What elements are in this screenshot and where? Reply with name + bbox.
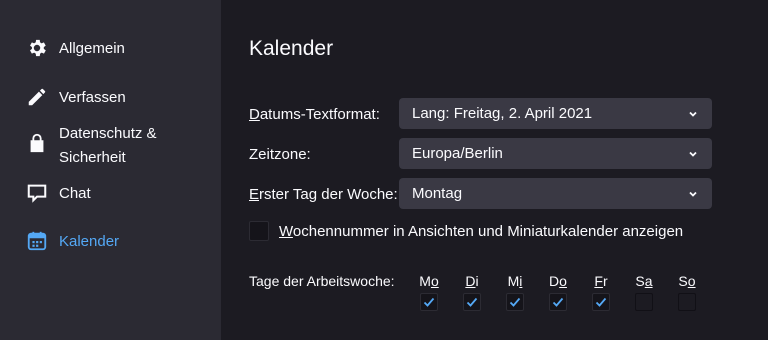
select-value: Lang: Freitag, 2. April 2021 (412, 105, 593, 122)
workday-checkbox[interactable] (420, 293, 438, 311)
accesskey: o (687, 273, 696, 289)
sidebar-item-chat[interactable]: Chat (25, 181, 91, 205)
week-numbers-label: Wochennummer in Ansichten und Miniaturka… (279, 223, 683, 240)
workday-checkbox[interactable] (506, 293, 524, 311)
workday-name-post: i (475, 273, 479, 289)
workday-name: Sa (633, 273, 655, 290)
accesskey: o (430, 273, 439, 289)
workday-name-post: r (602, 273, 608, 289)
calendar-icon (25, 229, 49, 253)
workday-4[interactable]: Fr (590, 273, 612, 314)
workday-name-pre: S (635, 273, 645, 289)
sidebar-item-label: Kalender (59, 232, 120, 250)
workday-name: So (676, 273, 698, 290)
accesskey: W (279, 222, 293, 240)
label-rest: ochennummer in Ansichten und Miniaturkal… (292, 222, 684, 240)
sidebar-item-label: Datenschutz & Sicherheit (59, 122, 157, 170)
workday-checkbox[interactable] (549, 293, 567, 311)
checkmark-icon (552, 297, 564, 307)
accesskey: F (594, 273, 603, 289)
workday-2[interactable]: Mi (504, 273, 526, 314)
main-pane: Kalender Datums-Textformat: Lang: Freita… (221, 0, 768, 340)
accesskey: D (249, 106, 260, 123)
first-day-select[interactable]: Montag (399, 178, 712, 209)
workday-name: Di (461, 273, 483, 290)
workday-name-pre: M (419, 273, 431, 289)
date-format-select[interactable]: Lang: Freitag, 2. April 2021 (399, 98, 712, 129)
select-value: Montag (412, 185, 463, 202)
workday-name: Fr (590, 273, 612, 290)
sidebar-item-verfassen[interactable]: Verfassen (25, 85, 126, 109)
page-title: Kalender (249, 37, 334, 60)
chat-bubble-icon (25, 181, 49, 205)
workday-3[interactable]: Do (547, 273, 569, 314)
workday-6[interactable]: So (676, 273, 698, 316)
workday-name: Mi (504, 273, 526, 290)
date-format-label: Datums-Textformat: (249, 106, 380, 123)
accesskey: a (644, 273, 653, 289)
sidebar-item-label-line2: Sicherheit (59, 149, 126, 166)
sidebar-item-label: Allgemein (59, 39, 125, 57)
timezone-label: Zeitzone: (249, 146, 311, 163)
workdays-label: Tage der Arbeitswoche: (249, 273, 395, 289)
sidebar-item-label-line1: Datenschutz & (59, 125, 157, 142)
workday-name: Mo (418, 273, 440, 290)
workday-name-pre: S (678, 273, 688, 289)
checkmark-icon (423, 297, 435, 307)
chevron-down-icon (689, 151, 697, 157)
select-value: Europa/Berlin (412, 145, 503, 162)
gear-icon (25, 36, 49, 60)
pencil-icon (25, 85, 49, 109)
sidebar-item-kalender[interactable]: Kalender (25, 229, 119, 253)
sidebar-item-label: Chat (59, 184, 91, 202)
chevron-down-icon (689, 111, 697, 117)
workday-checkbox[interactable] (463, 293, 481, 311)
sidebar-item-label: Verfassen (59, 88, 126, 106)
workday-0[interactable]: Mo (418, 273, 440, 314)
week-numbers-checkbox[interactable] (249, 221, 269, 241)
checkmark-icon (595, 297, 607, 307)
checkmark-icon (466, 297, 478, 307)
workday-checkbox[interactable] (678, 293, 696, 311)
sidebar-item-allgemein[interactable]: Allgemein (25, 36, 125, 60)
timezone-select[interactable]: Europa/Berlin (399, 138, 712, 169)
lock-icon (25, 131, 49, 155)
label-rest: atums-Textformat: (259, 106, 380, 123)
first-day-label: Erster Tag der Woche: (249, 186, 398, 203)
workday-checkbox[interactable] (592, 293, 610, 311)
workday-5[interactable]: Sa (633, 273, 655, 316)
workday-name: Do (547, 273, 569, 290)
workday-checkbox[interactable] (635, 293, 653, 311)
checkmark-icon (509, 297, 521, 307)
accesskey: o (559, 273, 567, 289)
sidebar: Allgemein Verfassen Datenschutz & Sicher… (0, 0, 221, 340)
accesskey: D (465, 273, 476, 289)
accesskey: E (249, 186, 260, 203)
workday-name-pre: M (507, 273, 520, 289)
week-numbers-option[interactable]: Wochennummer in Ansichten und Miniaturka… (249, 221, 683, 241)
label-rest: rster Tag der Woche: (259, 186, 398, 203)
chevron-down-icon (689, 191, 697, 197)
workday-1[interactable]: Di (461, 273, 483, 314)
accesskey: i (519, 273, 523, 289)
sidebar-item-datenschutz[interactable]: Datenschutz & Sicherheit (25, 122, 157, 170)
workday-name-pre: D (549, 273, 560, 289)
